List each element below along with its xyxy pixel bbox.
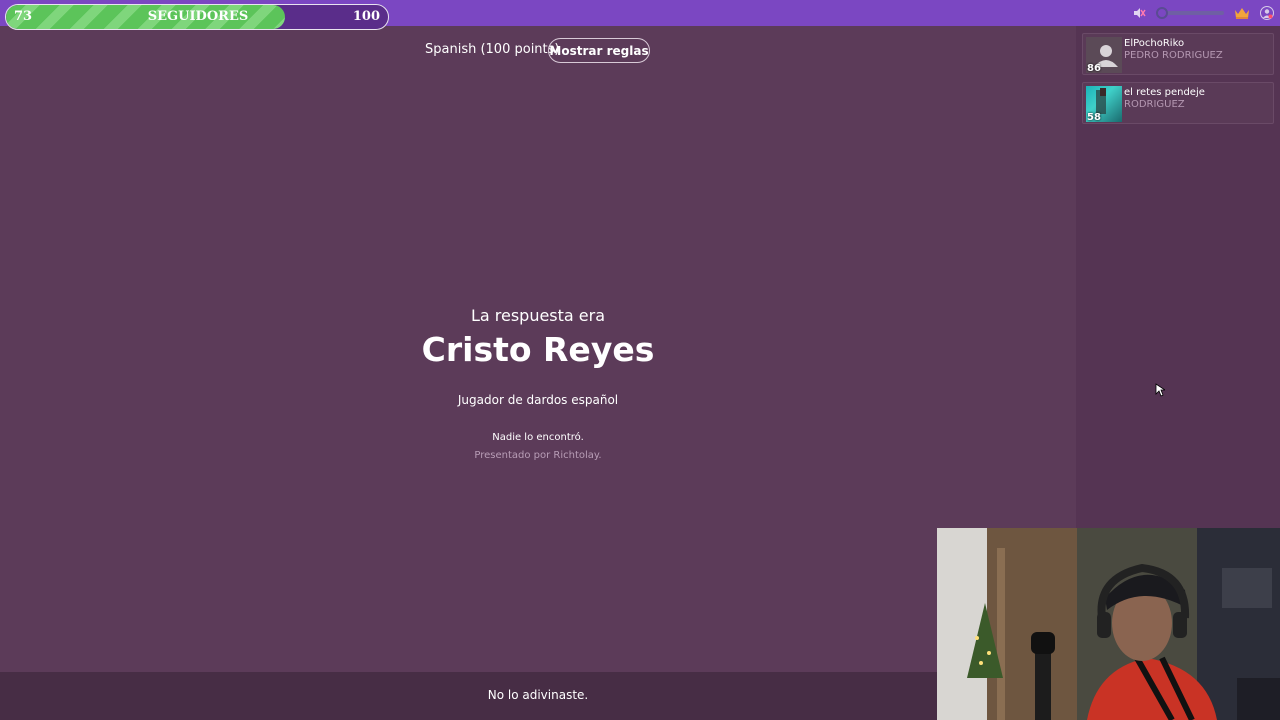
player-card[interactable]: 86 ElPochoRiko PEDRO RODRIGUEZ [1082,33,1274,75]
avatar: 86 [1086,37,1122,73]
presented-by: Presentado por Richtolay. [474,450,602,461]
player-name: ElPochoRiko [1124,38,1185,49]
mute-icon[interactable] [1132,6,1146,20]
player-name: el retes pendeje [1124,87,1205,98]
guess-result-message: No lo adivinaste. [487,688,589,702]
mouse-cursor-icon [1155,383,1165,397]
answer-title: Cristo Reyes [421,330,655,369]
volume-slider[interactable] [1156,7,1224,19]
webcam-image [937,528,1280,720]
follower-goal-label: SEGUIDORES [147,9,249,24]
user-icon[interactable] [1260,6,1274,20]
crown-icon[interactable] [1234,6,1250,20]
round-result: Nadie lo encontró. [492,432,584,443]
follower-goal-target: 100 [352,9,380,24]
answer-description: Jugador de dardos español [457,393,619,407]
volume-thumb[interactable] [1156,7,1168,19]
top-controls [1132,4,1274,22]
follower-goal-bar: 73 SEGUIDORES 100 [5,4,389,30]
player-score: 86 [1087,63,1101,73]
answer-intro: La respuesta era [470,306,606,325]
player-card[interactable]: 58 el retes pendeje RODRIGUEZ [1082,82,1274,124]
player-score: 58 [1087,112,1101,122]
player-answer: RODRIGUEZ [1124,99,1185,110]
player-answer: PEDRO RODRIGUEZ [1124,50,1223,61]
volume-track [1160,11,1224,15]
webcam-overlay [937,528,1280,720]
avatar: 58 [1086,86,1122,122]
game-mode-label: Spanish (100 points) [425,42,560,57]
show-rules-button[interactable]: Mostrar reglas [548,38,650,63]
